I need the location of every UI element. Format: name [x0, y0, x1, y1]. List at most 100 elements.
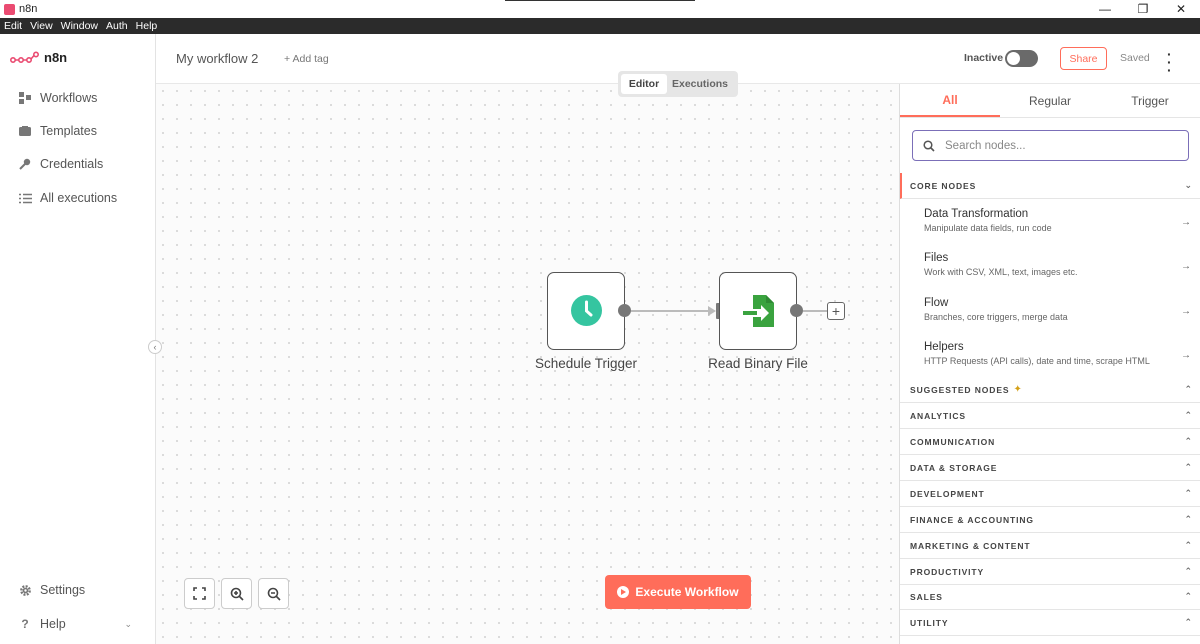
workflow-name[interactable]: My workflow 2 [176, 51, 258, 66]
section-finance-accounting[interactable]: FINANCE & ACCOUNTING ⌃ [900, 507, 1200, 533]
zoom-out-icon [267, 587, 281, 601]
section-suggested-nodes[interactable]: SUGGESTED NODES ✦ ⌃ [900, 377, 1200, 403]
logo-icon [10, 50, 39, 63]
n8n-logo[interactable]: n8n [10, 50, 67, 65]
chevron-up-icon: ⌃ [1184, 540, 1193, 550]
sparkle-icon: ✦ [1013, 384, 1023, 395]
search-nodes-input[interactable]: Search nodes... [912, 130, 1189, 161]
minimize-button[interactable]: — [1086, 0, 1124, 18]
collapse-sidebar-button[interactable]: ‹ [148, 340, 162, 354]
section-label: COMMUNICATION [910, 436, 996, 447]
section-data-storage[interactable]: DATA & STORAGE ⌃ [900, 455, 1200, 481]
sidebar-item-workflows[interactable]: Workflows [18, 91, 97, 105]
sidebar-item-label: Settings [40, 583, 86, 597]
chevron-up-icon: ⌃ [1184, 488, 1193, 498]
sidebar-item-label: All executions [40, 191, 118, 205]
active-toggle[interactable] [1005, 50, 1038, 67]
section-core-nodes[interactable]: CORE NODES ⌄ [900, 173, 1200, 199]
chevron-down-icon: ⌄ [124, 618, 132, 629]
category-data-transformation[interactable]: Data Transformation Manipulate data fiel… [900, 202, 1200, 246]
category-helpers[interactable]: Helpers HTTP Requests (API calls), date … [900, 335, 1200, 379]
workflow-canvas[interactable]: Editor Executions Schedule Trigger Read … [156, 71, 899, 644]
category-flow[interactable]: Flow Branches, core triggers, merge data… [900, 291, 1200, 335]
tab-trigger[interactable]: Trigger [1100, 84, 1200, 117]
category-description: Branches, core triggers, merge data [924, 312, 1068, 322]
sidebar-item-templates[interactable]: Templates [18, 124, 97, 138]
section-marketing-content[interactable]: MARKETING & CONTENT ⌃ [900, 533, 1200, 559]
sidebar-item-credentials[interactable]: Credentials [18, 157, 103, 171]
chevron-up-icon: ⌃ [1184, 462, 1193, 472]
window-titlebar: n8n — ❐ ✕ [0, 0, 1200, 18]
play-icon [617, 586, 630, 598]
node-creator-panel: All Regular Trigger Search nodes... CORE… [899, 84, 1200, 644]
zoom-out-button[interactable] [258, 578, 289, 609]
menu-view[interactable]: View [30, 20, 53, 32]
chevron-up-icon: ⌃ [1184, 436, 1193, 446]
share-button[interactable]: Share [1060, 47, 1107, 70]
section-communication[interactable]: COMMUNICATION ⌃ [900, 429, 1200, 455]
category-title: Helpers [924, 341, 964, 353]
section-label: CORE NODES [910, 180, 977, 191]
templates-icon [18, 124, 32, 138]
node-label: Schedule Trigger [534, 356, 638, 371]
window-title: n8n [19, 3, 38, 15]
arrow-right-icon: → [1181, 306, 1191, 317]
execute-workflow-label: Execute Workflow [635, 585, 739, 599]
connection-line[interactable] [631, 310, 714, 312]
sidebar-item-help[interactable]: ? Help ⌄ [18, 617, 138, 631]
search-icon [923, 139, 935, 152]
output-connector[interactable] [618, 304, 631, 317]
category-description: HTTP Requests (API calls), date and time… [924, 356, 1150, 366]
chevron-up-icon: ⌃ [1184, 566, 1193, 576]
workflows-icon [18, 91, 32, 105]
mode-switch: Editor Executions [618, 71, 738, 97]
section-label: DEVELOPMENT [910, 488, 985, 499]
sidebar: n8n Workflows Templates Credentials All … [0, 34, 156, 644]
tab-all[interactable]: All [900, 84, 1000, 117]
sidebar-item-label: Credentials [40, 157, 104, 171]
saved-status: Saved [1120, 52, 1150, 64]
tab-regular[interactable]: Regular [1000, 84, 1100, 117]
search-placeholder: Search nodes... [945, 139, 1026, 152]
section-utility[interactable]: UTILITY ⌃ [900, 610, 1200, 636]
tab-executions[interactable]: Executions [667, 74, 733, 94]
maximize-button[interactable]: ❐ [1124, 0, 1162, 18]
section-label: FINANCE & ACCOUNTING [910, 514, 1034, 525]
menubar: Edit View Window Auth Help [0, 18, 1200, 34]
arrow-right-icon: → [1181, 217, 1191, 228]
help-icon: ? [21, 617, 29, 631]
toggle-knob [1007, 52, 1020, 65]
list-icon [18, 191, 32, 205]
tab-editor[interactable]: Editor [621, 74, 667, 94]
section-development[interactable]: DEVELOPMENT ⌃ [900, 481, 1200, 507]
section-sales[interactable]: SALES ⌃ [900, 584, 1200, 610]
menu-edit[interactable]: Edit [4, 20, 22, 32]
section-productivity[interactable]: PRODUCTIVITY ⌃ [900, 559, 1200, 585]
output-connector[interactable] [790, 304, 803, 317]
section-analytics[interactable]: ANALYTICS ⌃ [900, 403, 1200, 429]
menu-auth[interactable]: Auth [106, 20, 128, 32]
titlebar-accent [505, 0, 695, 1]
menu-window[interactable]: Window [61, 20, 98, 32]
node-read-binary-file[interactable] [719, 272, 797, 350]
fit-view-button[interactable] [184, 578, 215, 609]
add-tag-button[interactable]: + Add tag [284, 53, 329, 65]
sidebar-item-all-executions[interactable]: All executions [18, 191, 117, 205]
add-node-button[interactable]: + [827, 302, 845, 320]
category-files[interactable]: Files Work with CSV, XML, text, images e… [900, 246, 1200, 290]
execute-workflow-button[interactable]: Execute Workflow [605, 575, 751, 609]
menu-help[interactable]: Help [136, 20, 158, 32]
close-button[interactable]: ✕ [1162, 0, 1200, 18]
node-schedule-trigger[interactable] [547, 272, 625, 350]
category-title: Data Transformation [924, 208, 1029, 220]
chevron-up-icon: ⌃ [1184, 591, 1193, 601]
section-label: ANALYTICS [910, 410, 966, 421]
sidebar-item-settings[interactable]: Settings [18, 583, 85, 597]
zoom-in-button[interactable] [221, 578, 252, 609]
more-options-button[interactable]: · · · [1167, 47, 1172, 77]
logo-text: n8n [44, 50, 68, 65]
arrow-right-icon: → [1181, 261, 1191, 272]
gear-icon [18, 583, 32, 597]
chevron-up-icon: ⌃ [1184, 514, 1193, 524]
section-label: SUGGESTED NODES [910, 384, 1010, 395]
